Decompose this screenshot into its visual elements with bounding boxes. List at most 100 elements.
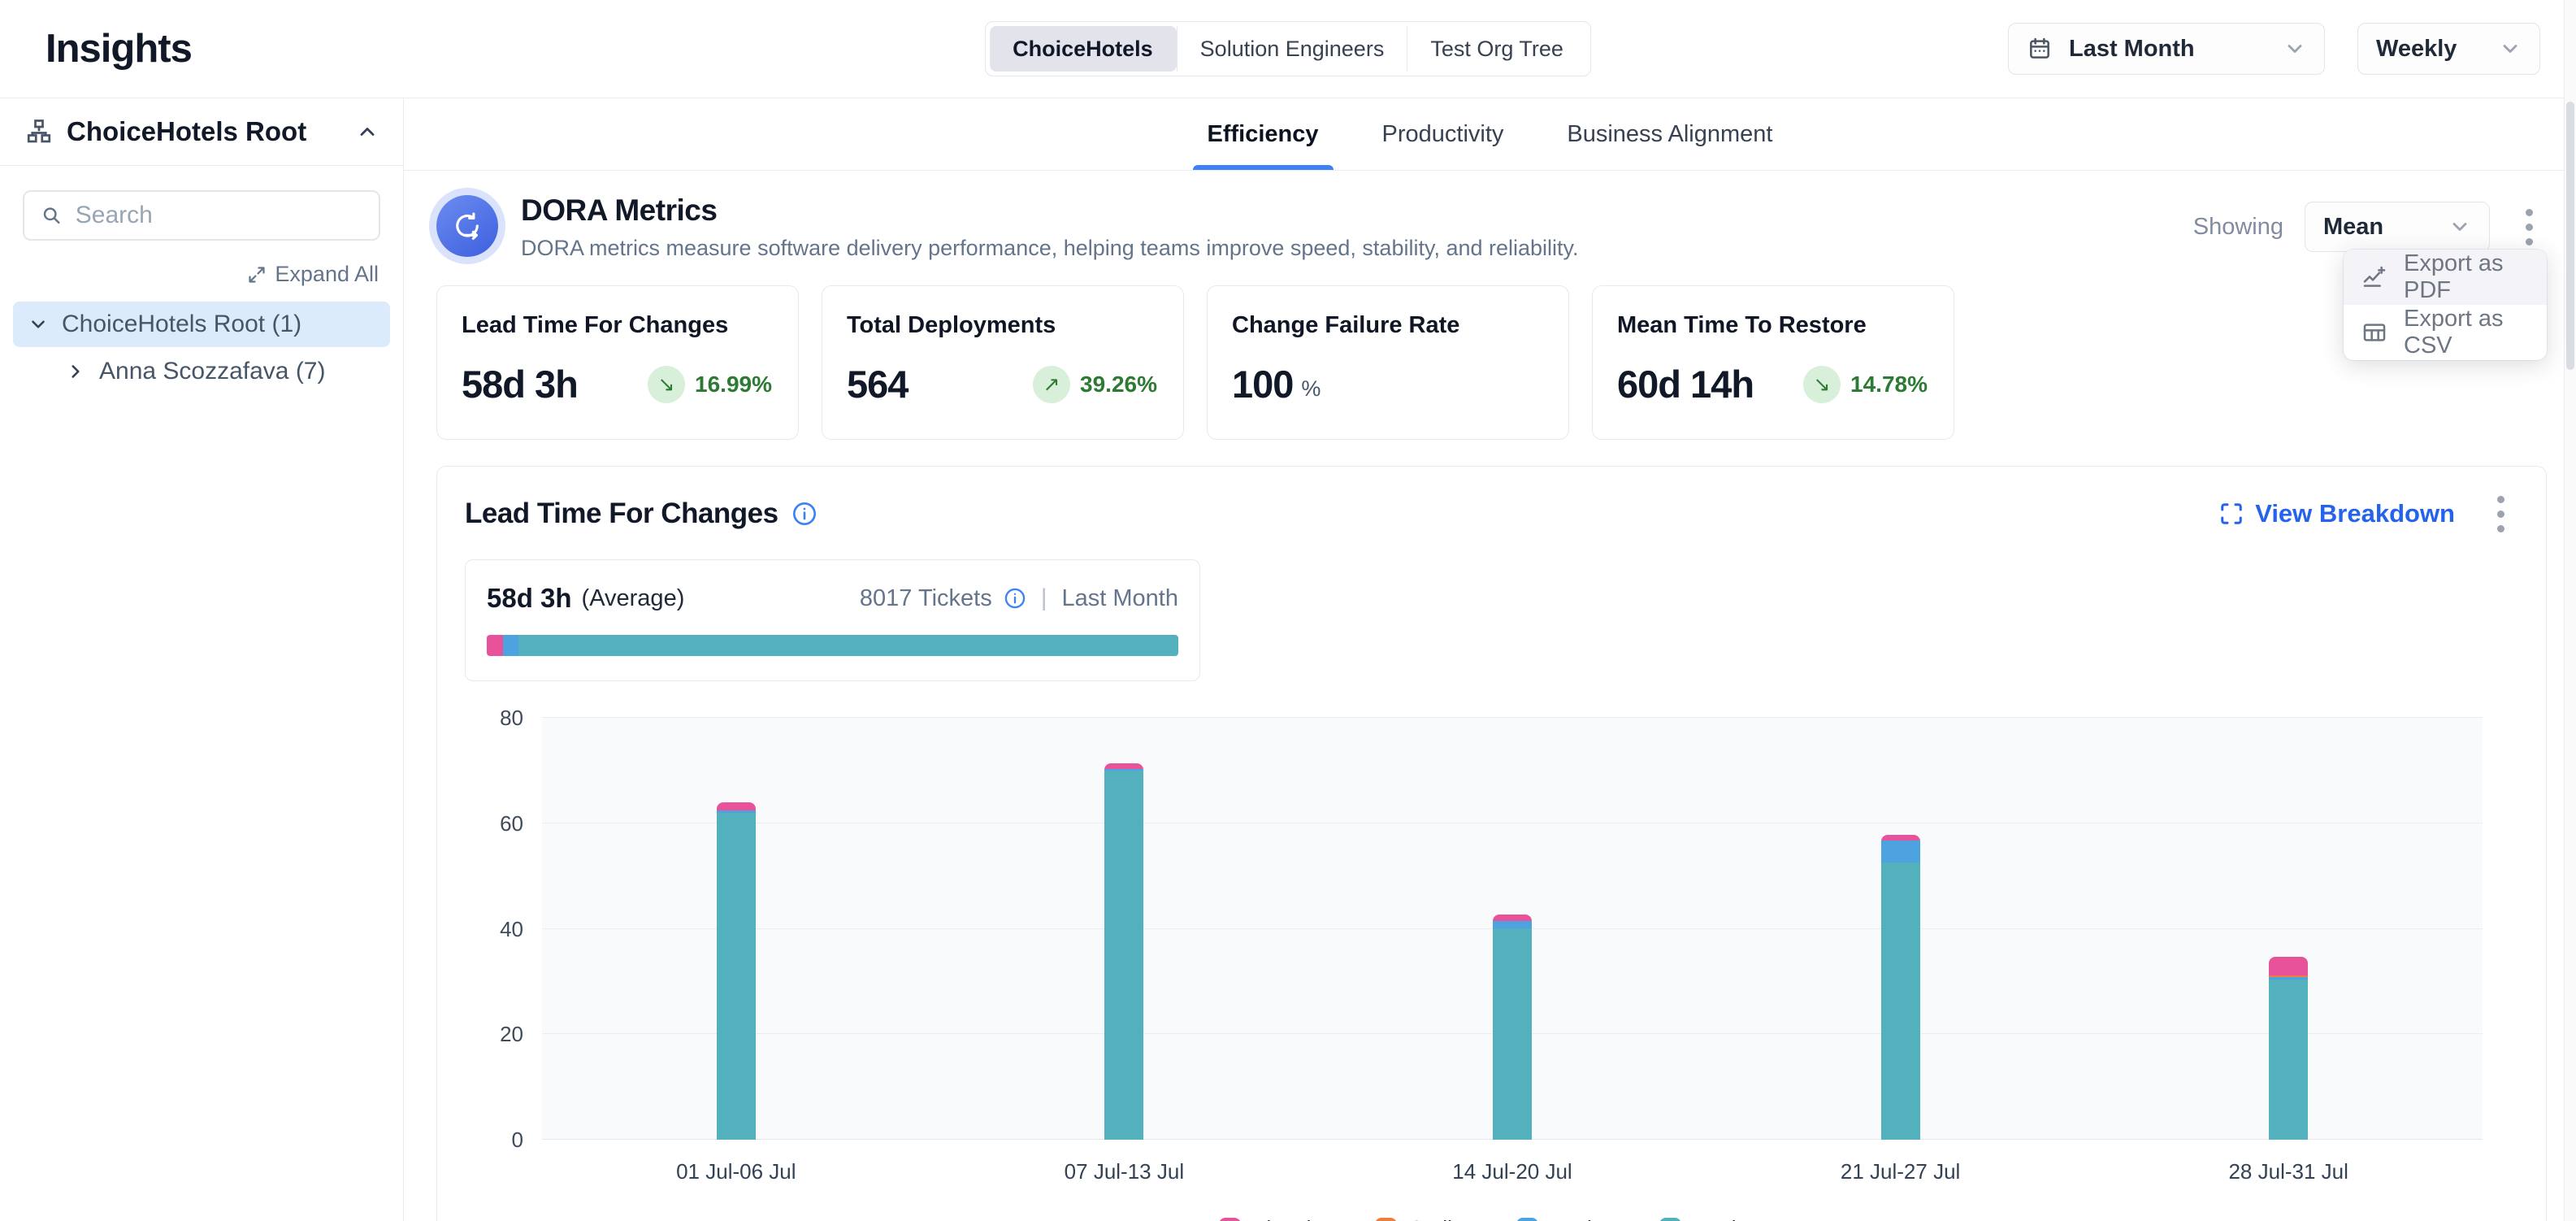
chart-plot-area [542,718,2483,1140]
top-bar: Insights ChoiceHotelsSolution EngineersT… [0,0,2576,98]
menu-item-export-as-csv[interactable]: Export as CSV [2344,305,2547,360]
card-title: Total Deployments [847,312,1159,339]
search-input[interactable] [76,202,362,229]
menu-item-label: Export as PDF [2404,250,2529,304]
lead-time-chart: PlanningCodingReviewDeployment 020406080… [465,706,2518,1221]
trend-delta: 14.78% [1850,372,1928,398]
tab-productivity[interactable]: Productivity [1377,98,1509,170]
export-menu: Export as PDFExport as CSV [2344,250,2547,360]
menu-item-export-as-pdf[interactable]: Export as PDF [2344,250,2547,305]
menu-item-label: Export as CSV [2404,306,2529,359]
y-axis-tick-20: 20 [465,1022,523,1047]
expand-all-label: Expand All [275,262,379,287]
chevron-right-icon[interactable] [65,361,86,382]
bar-segment-review [1493,921,1532,929]
scrollbar-thumb[interactable] [2566,102,2574,370]
info-icon[interactable] [791,501,817,527]
bar-segment-planning [2269,957,2308,975]
legend-label: Deployment [1693,1216,1806,1221]
org-tab-test-org-tree[interactable]: Test Org Tree [1407,26,1586,72]
org-tree-sidebar: ChoiceHotels Root Expand All ChoiceHotel… [0,98,404,1221]
dora-description: DORA metrics measure software delivery p… [521,236,1579,261]
legend-label: Planning [1252,1216,1334,1221]
legend-swatch [1219,1218,1241,1221]
bar-segment-deployment [1493,928,1532,1140]
bar-segment-deployment [1104,771,1143,1140]
panel-actions: View Breakdown [2219,491,2518,537]
summary-qualifier: (Average) [582,585,685,612]
phase-segment-planning [487,635,503,656]
card-value-suffix: % [1301,376,1321,402]
granularity-select[interactable]: Weekly [2357,23,2540,75]
legend-item-coding[interactable]: Coding [1375,1216,1475,1221]
panel-title-text: Lead Time For Changes [465,498,778,530]
tickets-count: 8017 Tickets [860,585,992,612]
legend-item-review[interactable]: Review [1516,1216,1619,1221]
showing-label: Showing [2193,214,2283,241]
phase-segment-deployment [518,635,1178,656]
view-breakdown-label: View Breakdown [2255,499,2455,528]
view-breakdown-button[interactable]: View Breakdown [2219,499,2455,528]
summary-period: Last Month [1062,585,1178,612]
expand-corners-icon [2219,502,2244,526]
tab-business-alignment[interactable]: Business Alignment [1562,98,1777,170]
dora-cycle-icon [436,195,498,257]
lead-time-summary: 58d 3h (Average) 8017 Tickets | Last Mon… [465,559,1200,681]
chevron-down-icon[interactable] [28,314,49,335]
lead-time-panel: Lead Time For Changes View Breakdown [436,466,2547,1221]
date-range-select[interactable]: Last Month [2008,23,2325,75]
legend-label: Coding [1408,1216,1475,1221]
trend-badge: ↘16.99% [648,366,772,403]
org-tab-choicehotels[interactable]: ChoiceHotels [990,26,1177,72]
granularity-value: Weekly [2376,36,2483,63]
chevron-up-icon[interactable] [356,120,379,143]
dora-controls: Showing Mean [2193,202,2547,252]
insight-tabs: Efficiency Productivity Business Alignment [404,98,2576,171]
org-switcher: ChoiceHotelsSolution EngineersTest Org T… [985,21,1591,76]
chevron-down-icon [2499,37,2522,60]
date-range-value: Last Month [2069,36,2267,63]
main-content: Efficiency Productivity Business Alignment… [404,98,2576,1221]
y-axis-tick-40: 40 [465,917,523,942]
tree-node[interactable]: Anna Scozzafava (7) [50,349,390,394]
phase-segment-review [503,635,518,656]
gridline-80 [542,717,2483,718]
legend-item-planning[interactable]: Planning [1219,1216,1334,1221]
y-axis-tick-80: 80 [465,706,523,731]
metric-cards: Lead Time For Changes58d 3h↘16.99%Total … [436,285,2547,440]
metric-card-change-failure-rate: Change Failure Rate100% [1207,285,1569,440]
card-title: Lead Time For Changes [462,312,774,339]
panel-kebab-menu-button[interactable] [2483,491,2518,537]
aggregation-select[interactable]: Mean [2305,202,2490,252]
legend-label: Review [1550,1216,1619,1221]
tab-efficiency[interactable]: Efficiency [1203,98,1324,170]
calendar-icon [2027,36,2053,62]
info-icon[interactable] [1004,587,1026,610]
sidebar-title: ChoiceHotels Root [67,116,343,147]
chart-legend: Planning Coding Review Deployment [542,1216,2483,1221]
bar-07Jul-13Jul [1104,763,1143,1140]
card-value: 60d 14h [1617,362,1754,406]
expand-all-button[interactable]: Expand All [24,262,379,287]
tree-node[interactable]: ChoiceHotels Root (1) [13,302,390,347]
bar-segment-deployment [2269,980,2308,1140]
x-axis-label: 28 Jul-31 Jul [2228,1159,2348,1184]
dora-kebab-menu-button[interactable] [2511,204,2547,250]
org-tree-icon [24,117,54,146]
trend-badge: ↗39.26% [1033,366,1157,403]
metric-card-total-deployments: Total Deployments564↗39.26% [822,285,1184,440]
x-axis-label: 07 Jul-13 Jul [1065,1159,1184,1184]
bar-segment-planning [717,802,756,810]
page-scrollbar [2564,0,2576,1221]
sidebar-header[interactable]: ChoiceHotels Root [0,98,403,166]
org-tab-solution-engineers[interactable]: Solution Engineers [1177,26,1408,72]
y-axis-tick-0: 0 [465,1128,523,1153]
legend-item-deployment[interactable]: Deployment [1659,1216,1806,1221]
dora-titles: DORA Metrics DORA metrics measure softwa… [521,193,1579,261]
dora-title: DORA Metrics [521,193,1579,228]
trend-down-arrow-icon: ↘ [658,372,675,397]
sidebar-search [23,190,380,241]
divider: | [1038,584,1051,612]
insights-app: Insights ChoiceHotelsSolution EngineersT… [0,0,2576,1221]
metric-card-lead-time-for-changes: Lead Time For Changes58d 3h↘16.99% [436,285,799,440]
